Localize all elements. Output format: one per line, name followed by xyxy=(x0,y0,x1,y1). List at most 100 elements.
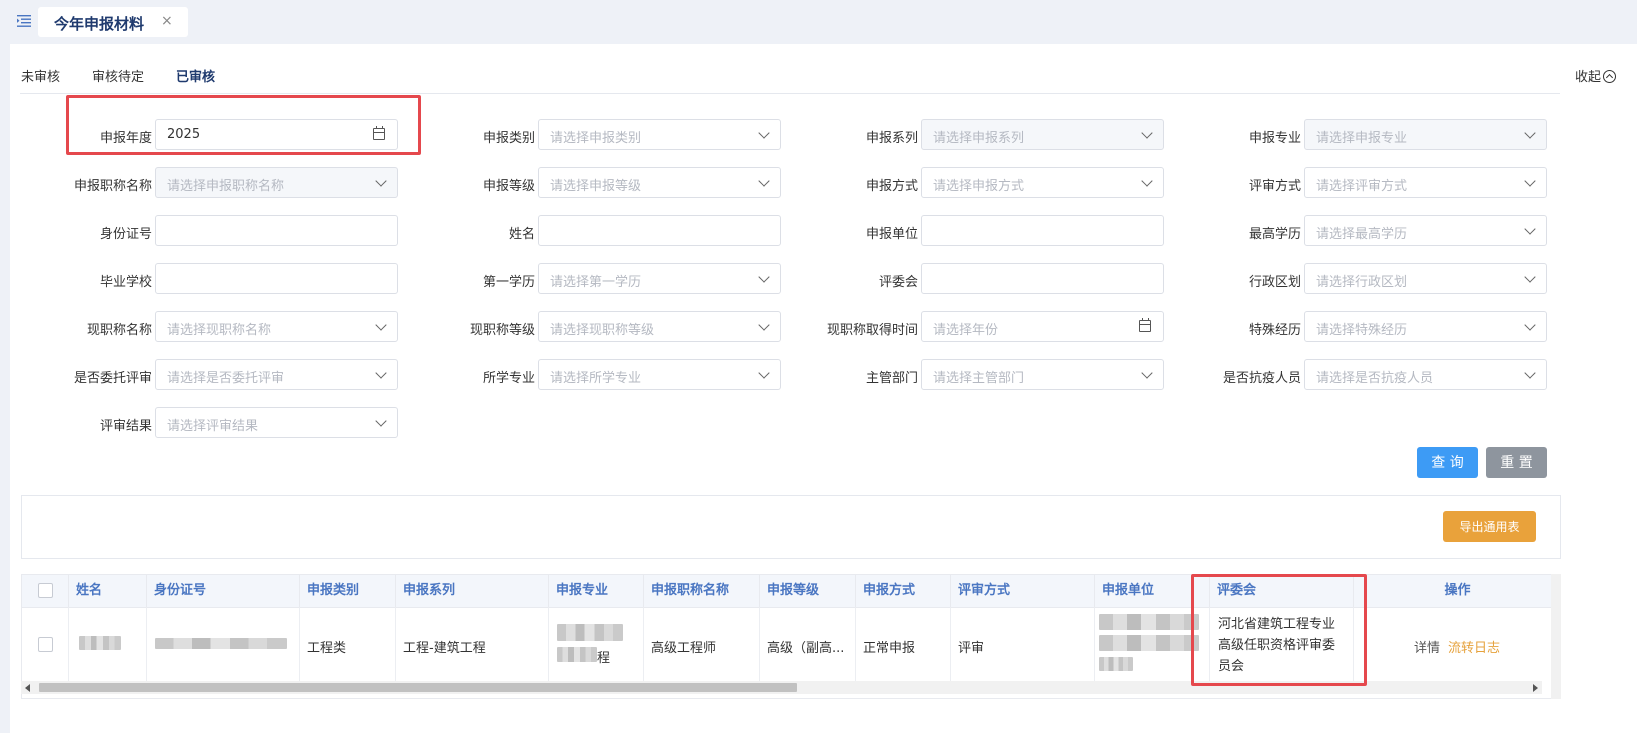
th-committee[interactable]: 评委会 xyxy=(1210,575,1354,607)
th-level[interactable]: 申报等级 xyxy=(760,575,856,607)
filter-label-id-number: 身份证号 xyxy=(99,227,152,242)
cell-id-number xyxy=(147,607,300,682)
flow-log-link[interactable]: 流转日志 xyxy=(1448,641,1500,656)
scroll-left-icon[interactable] xyxy=(25,684,30,692)
filter-region-select[interactable]: 请选择行政区划 xyxy=(1304,263,1547,294)
filter-placeholder: 请选择最高学历 xyxy=(1316,227,1408,242)
redacted-id xyxy=(155,638,287,649)
th-review-method[interactable]: 评审方式 xyxy=(951,575,1095,607)
filter-major-select[interactable]: 请选择所学专业 xyxy=(538,359,781,390)
filter-id-number-input[interactable] xyxy=(155,215,398,246)
tab-pending[interactable]: 审核待定 xyxy=(92,66,144,85)
chevron-down-icon xyxy=(758,319,770,331)
tab-current-materials[interactable]: 今年申报材料 × xyxy=(38,7,188,37)
filter-placeholder: 请选择所学专业 xyxy=(550,371,642,386)
filter-placeholder: 请选择是否委托评审 xyxy=(167,371,285,386)
filter-category-select[interactable]: 请选择申报类别 xyxy=(538,119,781,150)
filter-review-result-select[interactable]: 请选择评审结果 xyxy=(155,407,398,438)
filter-review-method-select[interactable]: 请选择评审方式 xyxy=(1304,167,1547,198)
collapse-label: 收起 xyxy=(1574,70,1601,85)
chevron-down-icon xyxy=(375,319,387,331)
query-button[interactable]: 查 询 xyxy=(1417,447,1478,478)
filter-title-name-select[interactable]: 请选择申报职称名称 xyxy=(155,167,398,198)
redacted-specialty xyxy=(557,624,623,641)
th-category[interactable]: 申报类别 xyxy=(300,575,396,607)
filter-anti-epidemic-select[interactable]: 请选择是否抗疫人员 xyxy=(1304,359,1547,390)
horizontal-scrollbar[interactable] xyxy=(21,681,1542,694)
th-id-number[interactable]: 身份证号 xyxy=(147,575,300,607)
filter-label-series: 申报系列 xyxy=(865,131,918,146)
filter-placeholder: 请选择评审结果 xyxy=(167,419,259,434)
export-button[interactable]: 导出通用表 xyxy=(1443,511,1536,542)
filter-current-title-time-date-picker[interactable]: 请选择年份 xyxy=(921,311,1164,342)
chevron-down-icon xyxy=(1524,127,1536,139)
th-method[interactable]: 申报方式 xyxy=(856,575,951,607)
scroll-thumb[interactable] xyxy=(39,683,797,692)
filter-level-select[interactable]: 请选择申报等级 xyxy=(538,167,781,198)
chevron-down-icon xyxy=(1524,175,1536,187)
filter-placeholder: 请选择申报类别 xyxy=(550,131,642,146)
calendar-icon xyxy=(373,126,385,140)
cell-actions: 详情 流转日志 xyxy=(1354,607,1560,682)
scroll-right-icon[interactable] xyxy=(1533,684,1538,692)
filter-unit-input[interactable] xyxy=(921,215,1164,246)
filter-current-title-level-select[interactable]: 请选择现职称等级 xyxy=(538,311,781,342)
reset-button[interactable]: 重 置 xyxy=(1486,447,1547,478)
th-title-name[interactable]: 申报职称名称 xyxy=(644,575,760,607)
filter-committee-input[interactable] xyxy=(921,263,1164,294)
filter-highest-education-select[interactable]: 请选择最高学历 xyxy=(1304,215,1547,246)
filter-placeholder: 请选择第一学历 xyxy=(550,275,642,290)
filter-special-experience-select[interactable]: 请选择特殊经历 xyxy=(1304,311,1547,342)
filter-department-select[interactable]: 请选择主管部门 xyxy=(921,359,1164,390)
filter-year-date-picker[interactable]: 2025 xyxy=(155,119,398,150)
th-series[interactable]: 申报系列 xyxy=(396,575,549,607)
chevron-down-icon xyxy=(1141,127,1153,139)
filter-value: 2025 xyxy=(167,127,201,142)
filter-first-education-select[interactable]: 请选择第一学历 xyxy=(538,263,781,294)
th-name[interactable]: 姓名 xyxy=(69,575,147,607)
cell-name xyxy=(69,607,147,682)
filter-name-input[interactable] xyxy=(538,215,781,246)
chevron-down-icon xyxy=(1524,271,1536,283)
redacted-unit-2 xyxy=(1099,635,1199,651)
filter-label-anti-epidemic: 是否抗疫人员 xyxy=(1222,371,1301,386)
filter-label-department: 主管部门 xyxy=(865,371,918,386)
filter-placeholder: 请选择特殊经历 xyxy=(1316,323,1408,338)
header-checkbox-cell xyxy=(22,575,69,607)
cell-series: 工程-建筑工程 xyxy=(396,607,549,682)
collapse-toggle[interactable]: 收起 xyxy=(1575,66,1616,85)
chevron-down-icon xyxy=(1524,367,1536,379)
redacted-specialty-2 xyxy=(557,647,597,662)
cell-committee: 河北省建筑工程专业高级任职资格评审委员会 xyxy=(1210,607,1354,682)
filter-current-title-select[interactable]: 请选择现职称名称 xyxy=(155,311,398,342)
filter-placeholder: 请选择行政区划 xyxy=(1316,275,1408,290)
redacted-unit-1 xyxy=(1099,614,1199,630)
tab-reviewed[interactable]: 已审核 xyxy=(176,66,215,85)
filter-label-highest-education: 最高学历 xyxy=(1248,227,1301,242)
vertical-scrollbar[interactable] xyxy=(1551,574,1561,699)
row-checkbox[interactable] xyxy=(38,637,53,652)
filter-method-select[interactable]: 请选择申报方式 xyxy=(921,167,1164,198)
chevron-down-icon xyxy=(375,175,387,187)
chevron-down-icon xyxy=(1524,319,1536,331)
detail-link[interactable]: 详情 xyxy=(1414,641,1440,656)
filter-label-committee: 评委会 xyxy=(878,275,918,290)
chevron-down-icon xyxy=(758,127,770,139)
chevron-up-circle-icon xyxy=(1603,70,1616,83)
th-specialty[interactable]: 申报专业 xyxy=(549,575,644,607)
filter-placeholder: 请选择评审方式 xyxy=(1316,179,1408,194)
filter-label-level: 申报等级 xyxy=(482,179,535,194)
filter-series-select[interactable]: 请选择申报系列 xyxy=(921,119,1164,150)
filter-entrusted-review-select[interactable]: 请选择是否委托评审 xyxy=(155,359,398,390)
filter-specialty-select[interactable]: 请选择申报专业 xyxy=(1304,119,1547,150)
filter-label-title-name: 申报职称名称 xyxy=(73,179,152,194)
select-all-checkbox[interactable] xyxy=(38,583,53,598)
th-unit[interactable]: 申报单位 xyxy=(1095,575,1210,607)
chevron-down-icon xyxy=(758,175,770,187)
chevron-down-icon xyxy=(1141,367,1153,379)
filter-label-category: 申报类别 xyxy=(482,131,535,146)
tab-close-icon[interactable]: × xyxy=(161,13,173,29)
filter-school-input[interactable] xyxy=(155,263,398,294)
tab-unreviewed[interactable]: 未审核 xyxy=(21,66,60,85)
menu-toggle-icon[interactable] xyxy=(17,15,31,27)
